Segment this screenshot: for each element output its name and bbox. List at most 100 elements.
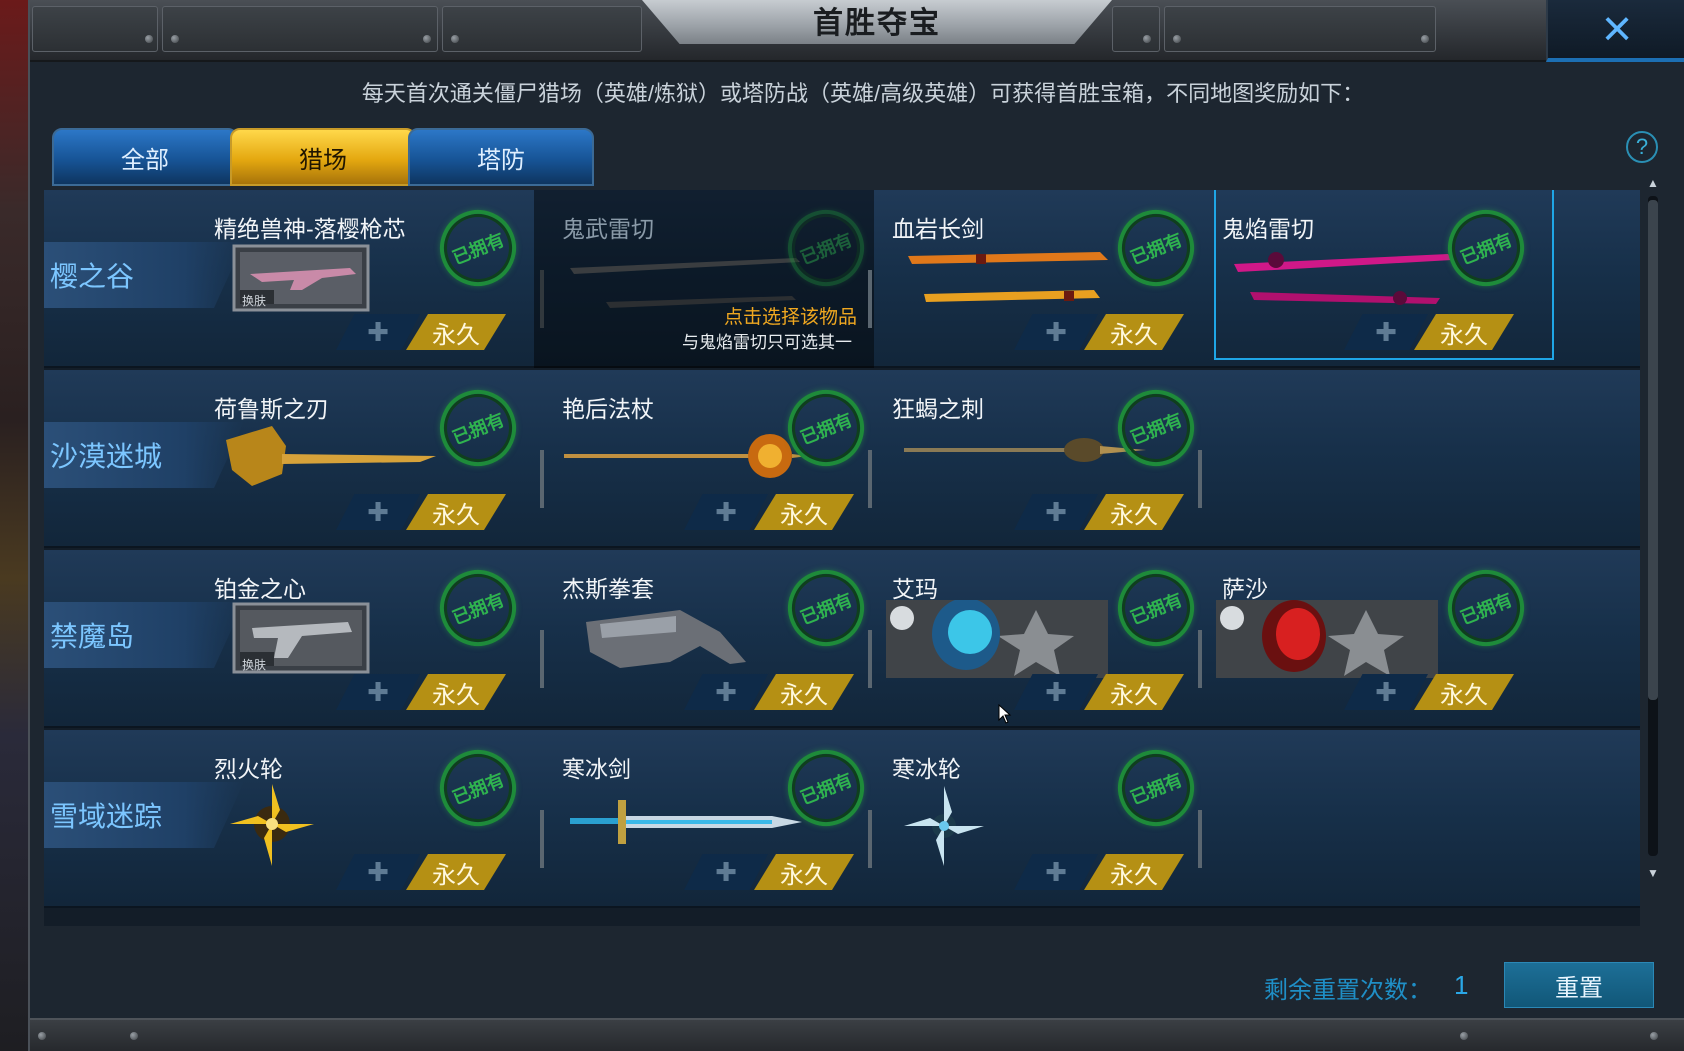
permanent-label: 永久 (1414, 314, 1514, 350)
description-text: 每天首次通关僵尸猎场（英雄/炼狱）或塔防战（英雄/高级英雄）可获得首胜宝箱，不同… (361, 81, 1365, 106)
reward-item[interactable]: 鬼焰雷切 已拥有 ✚ 永久 (1214, 190, 1556, 368)
reward-item[interactable]: 艳后法杖 已拥有 ✚ 永久 (556, 370, 896, 548)
tab-hunting[interactable]: 猎场 (230, 128, 416, 186)
item-name: 鬼焰雷切 (1222, 216, 1314, 242)
reward-item[interactable]: 狂蝎之刺 已拥有 ✚ 永久 (886, 370, 1226, 548)
weapon-image (904, 786, 984, 866)
select-note: 与鬼焰雷切只可选其一 (682, 333, 852, 352)
reward-item[interactable]: 荷鲁斯之刃 已拥有 ✚ 永久 (208, 370, 548, 548)
tab-tower-defense[interactable]: 塔防 (408, 128, 594, 186)
permanent-tag: ✚ 永久 (1014, 314, 1184, 350)
reward-item[interactable]: 艾玛 已拥有 ✚ 永久 (886, 550, 1226, 728)
item-name: 寒冰轮 (892, 756, 961, 782)
puzzle-icon: ✚ (1014, 314, 1098, 350)
permanent-tag: ✚ 永久 (1344, 674, 1514, 710)
permanent-label: 永久 (1084, 854, 1184, 890)
permanent-tag: ✚ 永久 (1014, 494, 1184, 530)
item-name: 荷鲁斯之刃 (214, 396, 329, 422)
permanent-label: 永久 (406, 314, 506, 350)
puzzle-icon: ✚ (684, 494, 768, 530)
reset-count-value: 1 (1454, 970, 1469, 1000)
permanent-tag: ✚ 永久 (684, 854, 854, 890)
tab-all[interactable]: 全部 (52, 128, 238, 186)
puzzle-icon: ✚ (1014, 494, 1098, 530)
permanent-tag: ✚ 永久 (336, 674, 506, 710)
item-name: 狂蝎之刺 (892, 396, 984, 422)
scroll-up-arrow-icon[interactable]: ▲ (1646, 176, 1660, 190)
item-name: 精绝兽神-落樱枪芯 (214, 216, 406, 242)
puzzle-icon: ✚ (1014, 674, 1098, 710)
permanent-label: 永久 (1084, 314, 1184, 350)
weapon-image (226, 426, 436, 486)
permanent-label: 永久 (406, 494, 506, 530)
puzzle-icon: ✚ (684, 854, 768, 890)
reward-item[interactable]: 鬼武雷切 已拥有 点击选择该物品 与鬼焰雷切只可选其一 (534, 190, 896, 368)
background-game-ui (0, 0, 28, 1051)
item-name: 烈火轮 (214, 756, 283, 782)
item-name: 鬼武雷切 (562, 216, 654, 242)
divider (540, 450, 544, 508)
reward-row: 禁魔岛 铂金之心 换肤 已拥有 ✚ 永久 杰斯拳套 已拥有 ✚ 永久 艾玛 已拥… (44, 550, 1640, 728)
mouse-cursor-icon (998, 704, 1012, 724)
scroll-thumb[interactable] (1648, 200, 1658, 700)
reset-count-label: 剩余重置次数： (1264, 977, 1432, 1004)
help-icon[interactable]: ? (1626, 131, 1658, 163)
weapon-image (230, 784, 314, 866)
owned-stamp: 已拥有 (428, 738, 528, 838)
permanent-tag: ✚ 永久 (1014, 674, 1184, 710)
divider (1198, 810, 1202, 868)
permanent-label: 永久 (406, 674, 506, 710)
puzzle-icon: ✚ (336, 674, 420, 710)
item-name: 铂金之心 (214, 576, 306, 602)
tab-all-label: 全部 (121, 146, 169, 174)
puzzle-icon: ✚ (336, 494, 420, 530)
item-name: 艾玛 (892, 576, 938, 602)
divider (868, 630, 872, 688)
scroll-down-arrow-icon[interactable]: ▼ (1646, 866, 1660, 880)
owned-stamp: 已拥有 (776, 558, 876, 658)
permanent-tag: ✚ 永久 (684, 674, 854, 710)
owned-stamp: 已拥有 (428, 378, 528, 478)
reward-item[interactable]: 萨沙 已拥有 ✚ 永久 (1216, 550, 1556, 728)
permanent-label: 永久 (406, 854, 506, 890)
permanent-label: 永久 (1084, 494, 1184, 530)
window-title-plate: 首胜夺宝 (642, 0, 1112, 44)
reset-button[interactable]: 重置 (1504, 962, 1654, 1008)
reward-item[interactable]: 寒冰剑 已拥有 ✚ 永久 (556, 730, 896, 908)
permanent-label: 永久 (754, 854, 854, 890)
permanent-tag: ✚ 永久 (336, 494, 506, 530)
puzzle-icon: ✚ (684, 674, 768, 710)
close-button[interactable]: × (1546, 0, 1684, 62)
reward-item[interactable]: 血岩长剑 已拥有 ✚ 永久 (886, 190, 1226, 368)
reward-item[interactable]: 寒冰轮 已拥有 ✚ 永久 (886, 730, 1226, 908)
reward-item[interactable]: 铂金之心 换肤 已拥有 ✚ 永久 (208, 550, 548, 728)
permanent-label: 永久 (754, 494, 854, 530)
weapon-image (886, 600, 1108, 678)
bottom-frame (30, 1018, 1684, 1051)
item-name: 杰斯拳套 (562, 576, 654, 602)
owned-stamp: 已拥有 (1106, 198, 1206, 298)
divider (1198, 450, 1202, 508)
reward-item[interactable]: 精绝兽神-落樱枪芯 换肤 已拥有 ✚ 永久 (208, 190, 548, 368)
tab-hunting-label: 猎场 (299, 146, 347, 174)
reward-row: 樱之谷 精绝兽神-落樱枪芯 换肤 已拥有 ✚ 永久 鬼武雷切 已拥有 点击选择该… (44, 190, 1640, 368)
permanent-label: 永久 (1414, 674, 1514, 710)
puzzle-icon: ✚ (1344, 674, 1428, 710)
title-bar: 首胜夺宝 × (30, 0, 1684, 62)
list-scrollbar[interactable]: ▲ ▼ (1642, 176, 1664, 882)
puzzle-icon: ✚ (1014, 854, 1098, 890)
weapon-image (1234, 252, 1452, 305)
close-icon: × (1601, 0, 1633, 58)
reward-item[interactable]: 烈火轮 已拥有 ✚ 永久 (208, 730, 548, 908)
owned-stamp: 已拥有 (428, 558, 528, 658)
skin-tag: 换肤 (242, 294, 267, 308)
permanent-tag: ✚ 永久 (336, 314, 506, 350)
skin-tag: 换肤 (242, 658, 267, 672)
reward-item[interactable]: 杰斯拳套 已拥有 ✚ 永久 (556, 550, 896, 728)
select-hint: 点击选择该物品 (724, 307, 858, 328)
tab-tower-defense-label: 塔防 (477, 146, 525, 174)
owned-stamp: 已拥有 (1106, 738, 1206, 838)
divider (540, 630, 544, 688)
divider (868, 450, 872, 508)
owned-stamp: 已拥有 (1436, 558, 1536, 658)
